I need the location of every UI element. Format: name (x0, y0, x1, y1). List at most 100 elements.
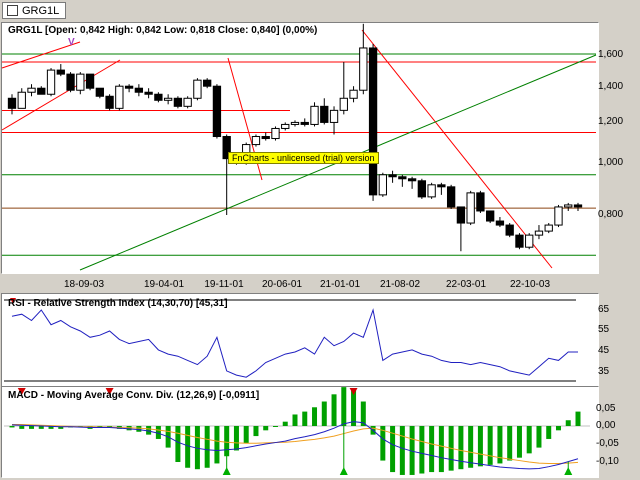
rsi-y-tick: 55 (598, 324, 610, 335)
macd-buy-marker-icon (339, 467, 348, 475)
price-panel-title: GRG1L [Open: 0,842 High: 0,842 Low: 0,81… (8, 25, 318, 36)
candle-body (466, 192, 475, 224)
candle-body (193, 79, 202, 99)
macd-histogram-bar (292, 414, 298, 426)
candle-body (56, 69, 65, 75)
candle-body (427, 184, 436, 198)
candle-body (290, 121, 300, 125)
rsi-y-tick: 45 (598, 345, 610, 356)
macd-histogram-bar (399, 426, 405, 475)
price-panel-marker: V (68, 37, 75, 48)
price-x-tick: 20-06-01 (261, 279, 303, 290)
candle-body (329, 109, 339, 123)
macd-histogram-bar (282, 421, 288, 426)
macd-histogram-bar (272, 426, 278, 427)
macd-sell-marker-icon (349, 388, 358, 395)
price-x-tick: 19-11-01 (204, 279, 244, 290)
candle-body (310, 105, 319, 125)
macd-histogram-bar (546, 426, 552, 439)
macd-y-tick: -0,05 (596, 438, 619, 449)
candle-body (456, 206, 466, 224)
macd-histogram-bar (565, 420, 571, 426)
macd-histogram-bar (477, 426, 483, 467)
macd-histogram-bar (487, 426, 493, 465)
candle-body (476, 192, 485, 212)
candle-body (76, 73, 85, 91)
candle-body (163, 97, 173, 101)
candle-body (505, 224, 514, 236)
candle-body (339, 97, 348, 111)
macd-histogram-bar (136, 426, 142, 432)
candle-body (7, 97, 17, 109)
candle-body (564, 204, 573, 208)
macd-histogram-bar (263, 426, 269, 431)
candle-body (154, 93, 163, 101)
candle-body (95, 87, 104, 97)
candle-body (368, 47, 378, 196)
trial-watermark: FnCharts - unlicensed (trial) version (228, 152, 379, 164)
price-y-tick: 0,800 (598, 209, 624, 220)
macd-line (11, 421, 579, 470)
candle-body (554, 206, 563, 226)
rsi-panel-title: RSI - Relative Strength Index (14,30,70)… (8, 298, 228, 309)
candle-body (105, 95, 114, 109)
candle-body (495, 220, 505, 226)
macd-histogram-bar (321, 401, 327, 426)
candle-body (573, 204, 583, 208)
candle-body (534, 230, 544, 236)
candle-body (407, 178, 417, 182)
macd-histogram-bar (29, 426, 35, 429)
price-x-tick: 18-09-03 (63, 279, 105, 290)
candle-body (388, 174, 397, 178)
candle-body (173, 97, 183, 107)
price-x-tick: 21-08-02 (379, 279, 421, 290)
candle-body (486, 210, 495, 222)
macd-histogram-bar (468, 426, 474, 468)
macd-buy-marker-icon (222, 467, 231, 475)
macd-histogram-bar (536, 426, 542, 448)
macd-y-tick: -0,10 (596, 456, 619, 467)
candle-body (212, 85, 222, 138)
candle-body (85, 73, 95, 89)
macd-histogram-bar (331, 394, 337, 426)
macd-histogram-bar (214, 426, 220, 464)
candle-body (66, 73, 75, 91)
price-x-tick: 22-10-03 (509, 279, 551, 290)
macd-histogram-bar (19, 426, 25, 429)
candle-body (115, 85, 124, 109)
candle-body (27, 87, 36, 93)
candle-body (398, 176, 407, 180)
macd-signal-line (12, 424, 579, 464)
candle-body (544, 224, 553, 232)
macd-y-tick: 0,00 (596, 420, 616, 431)
candle-body (515, 234, 524, 248)
rsi-y-tick: 65 (598, 304, 610, 315)
macd-histogram-bar (575, 411, 581, 426)
candle-body (261, 136, 270, 140)
macd-histogram-bar (253, 426, 259, 437)
candle-body (46, 69, 56, 95)
price-y-tick: 1,400 (598, 81, 624, 92)
candle-body (320, 105, 329, 123)
macd-histogram-bar (9, 426, 15, 428)
candle-body (251, 136, 261, 146)
trend-line-red (361, 29, 553, 269)
candle-body (124, 85, 134, 89)
candle-body (37, 87, 46, 95)
macd-histogram-bar (516, 426, 522, 458)
macd-panel-title: MACD - Moving Average Conv. Div. (12,26,… (8, 390, 260, 401)
macd-histogram-bar (243, 426, 249, 444)
rsi-y-tick: 35 (598, 366, 610, 377)
candle-body (300, 121, 309, 125)
candle-body (378, 174, 387, 196)
macd-histogram-bar (555, 426, 561, 431)
candle-body (271, 127, 280, 140)
macd-histogram-bar (185, 426, 191, 468)
candle-body (437, 184, 446, 188)
candle-body (417, 180, 427, 198)
candle-body (349, 89, 358, 99)
macd-histogram-bar (204, 426, 210, 468)
macd-histogram-bar (526, 426, 532, 454)
macd-histogram-bar (458, 426, 464, 470)
macd-histogram-bar (302, 411, 308, 426)
